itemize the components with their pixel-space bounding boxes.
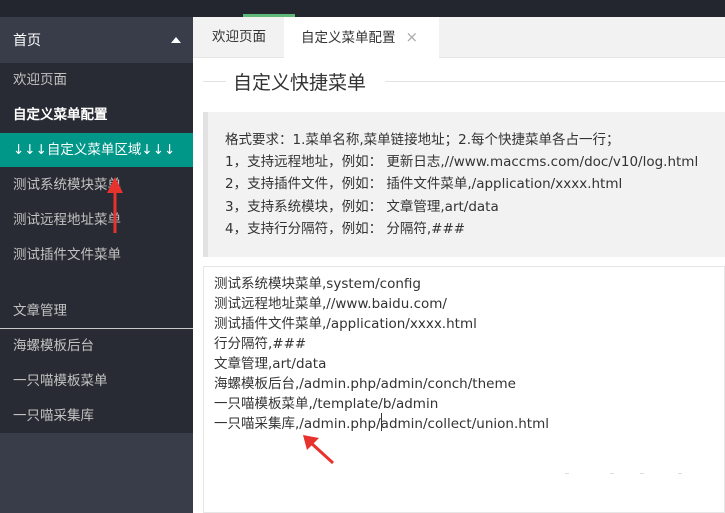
- help-line: 1，支持远程地址，例如： 更新日志,//www.maccms.com/doc/v…: [225, 154, 699, 171]
- close-icon[interactable]: ×: [406, 17, 419, 57]
- editor-line: 一只喵采集库,/admin.php/admin/collect/union.ht…: [214, 414, 724, 434]
- editor-line: 测试远程地址菜单,//www.baidu.com/: [214, 296, 447, 312]
- editor-line: 行分隔符,###: [214, 336, 307, 352]
- sidebar-item-custom-menu-area[interactable]: ↓↓↓自定义菜单区域↓↓↓: [0, 133, 193, 167]
- caret-up-icon: [171, 37, 181, 43]
- text-cursor: [381, 413, 382, 431]
- top-bar: [0, 0, 725, 17]
- legend-line-left: [203, 81, 226, 82]
- help-line: 格式要求：1.菜单名称,菜单链接地址；2.每个快捷菜单各占一行；: [225, 132, 620, 148]
- page-title: 自定义快捷菜单: [233, 72, 367, 94]
- sidebar-home-label: 首页: [13, 33, 41, 49]
- help-line: 2，支持插件文件，例如： 插件文件菜单,/application/xxxx.ht…: [225, 176, 623, 193]
- editor-line: 一只喵模板菜单,/template/b/admin: [214, 396, 439, 412]
- sidebar-item-custom-menu-config[interactable]: 自定义菜单配置: [0, 98, 193, 132]
- tab-custom-menu-config-label: 自定义菜单配置: [301, 30, 396, 46]
- help-line: 3，支持系统模块，例如： 文章管理,art/data: [225, 198, 499, 215]
- sidebar-home-header[interactable]: 首页: [0, 17, 193, 63]
- faint-mark: [610, 473, 614, 474]
- editor-line: 文章管理,art/data: [214, 356, 327, 372]
- sidebar-item-cat-collect[interactable]: 一只喵采集库: [0, 399, 193, 433]
- tab-custom-menu-config[interactable]: 自定义菜单配置 ×: [284, 17, 439, 58]
- tab-bar: 欢迎页面 自定义菜单配置 ×: [193, 17, 725, 58]
- faint-mark: [565, 473, 569, 474]
- sidebar-menu: 欢迎页面 自定义菜单配置 ↓↓↓自定义菜单区域↓↓↓ 测试系统模块菜单 测试远程…: [0, 63, 193, 433]
- tab-welcome[interactable]: 欢迎页面: [193, 17, 284, 57]
- annotation-arrow-diagonal-icon: [303, 435, 335, 465]
- tab-welcome-label: 欢迎页面: [212, 29, 266, 45]
- sidebar-item-test-plugin-file[interactable]: 测试插件文件菜单: [0, 238, 193, 272]
- editor-line: 测试插件文件菜单,/application/xxxx.html: [214, 316, 477, 332]
- sidebar-item-article-manage[interactable]: 文章管理: [0, 294, 193, 328]
- faint-mark: [678, 473, 682, 474]
- menu-config-textarea[interactable]: 测试系统模块菜单,system/config 测试远程地址菜单,//www.ba…: [203, 266, 725, 513]
- faint-mark: [640, 473, 644, 474]
- help-line: 4，支持行分隔符，例如： 分隔符,###: [225, 220, 466, 237]
- sidebar-item-cat-template-menu[interactable]: 一只喵模板菜单: [0, 364, 193, 398]
- sidebar-item-test-system-module[interactable]: 测试系统模块菜单: [0, 168, 193, 202]
- annotation-arrow-up-icon: [107, 177, 123, 233]
- editor-line: 测试系统模块菜单,system/config: [214, 276, 421, 292]
- sidebar-item-conch-theme[interactable]: 海螺模板后台: [0, 329, 193, 363]
- sidebar-item-welcome[interactable]: 欢迎页面: [0, 63, 193, 97]
- legend-line-right: [385, 81, 725, 82]
- editor-line: 海螺模板后台,/admin.php/admin/conch/theme: [214, 376, 516, 392]
- sidebar: 首页 欢迎页面 自定义菜单配置 ↓↓↓自定义菜单区域↓↓↓ 测试系统模块菜单 测…: [0, 17, 193, 513]
- sidebar-item-test-remote-url[interactable]: 测试远程地址菜单: [0, 203, 193, 237]
- format-help-block: 格式要求：1.菜单名称,菜单链接地址；2.每个快捷菜单各占一行； 1，支持远程地…: [203, 112, 725, 257]
